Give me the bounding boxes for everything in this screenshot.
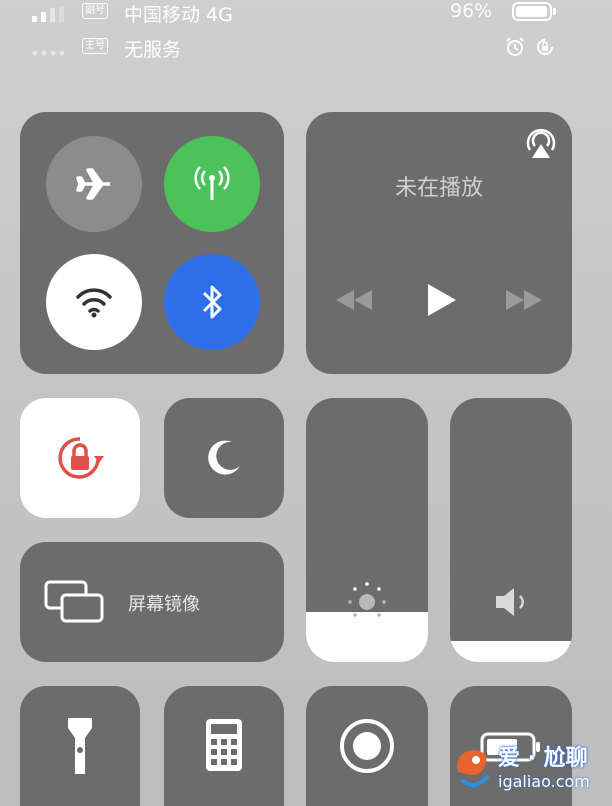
brightness-icon bbox=[348, 582, 386, 617]
battery-tip bbox=[553, 8, 556, 15]
connectivity-module bbox=[20, 112, 284, 374]
moon-icon bbox=[208, 440, 240, 475]
screen-mirroring-label: 屏幕镜像 bbox=[128, 594, 200, 615]
orientation-lock-icon bbox=[58, 437, 104, 479]
sim2-badge: 主号 bbox=[82, 38, 108, 54]
cellular-data-button[interactable] bbox=[164, 136, 260, 232]
watermark: 爱 · 尬聊 igaliao.com bbox=[452, 736, 608, 802]
signal-strength-icon bbox=[32, 6, 64, 22]
record-icon bbox=[340, 719, 394, 773]
airplay-icon[interactable] bbox=[524, 126, 558, 160]
screen-mirroring-button[interactable]: 屏幕镜像 bbox=[20, 542, 284, 662]
battery-fill bbox=[516, 6, 547, 17]
volume-slider[interactable] bbox=[450, 398, 572, 662]
flashlight-button[interactable] bbox=[20, 686, 140, 806]
volume-fill bbox=[450, 640, 572, 662]
battery-percent: 96% bbox=[450, 0, 493, 22]
screen-mirror-icon bbox=[44, 580, 104, 623]
bluetooth-icon bbox=[202, 285, 222, 319]
orientation-lock-button[interactable] bbox=[20, 398, 140, 518]
bluetooth-button[interactable] bbox=[164, 254, 260, 350]
battery-icon-status bbox=[512, 2, 552, 21]
wifi-button[interactable] bbox=[46, 254, 142, 350]
rewind-icon[interactable] bbox=[334, 288, 374, 312]
sim1-badge: 副号 bbox=[82, 3, 108, 19]
wifi-icon bbox=[76, 288, 112, 318]
signal-empty-icon bbox=[32, 50, 65, 56]
cellular-icon bbox=[194, 166, 230, 200]
do-not-disturb-button[interactable] bbox=[164, 398, 284, 518]
calculator-button[interactable] bbox=[164, 686, 284, 806]
forward-icon[interactable] bbox=[504, 288, 544, 312]
screen-record-button[interactable] bbox=[306, 686, 428, 806]
now-playing-label: 未在播放 bbox=[394, 176, 483, 201]
sim2-carrier: 无服务 bbox=[124, 39, 182, 61]
play-icon[interactable] bbox=[424, 282, 458, 318]
status-bar: 副号 中国移动 4G 主号 无服务 96% bbox=[0, 0, 612, 70]
watermark-url: igaliao.com bbox=[498, 772, 590, 791]
airplane-mode-button[interactable] bbox=[46, 136, 142, 232]
flashlight-icon bbox=[68, 718, 92, 774]
alarm-icon bbox=[506, 37, 524, 56]
brightness-slider[interactable] bbox=[306, 398, 428, 662]
watermark-brand: 爱 · 尬聊 bbox=[498, 746, 588, 771]
watermark-logo bbox=[457, 750, 490, 788]
sim1-carrier: 中国移动 4G bbox=[124, 4, 233, 26]
media-module: 未在播放 bbox=[306, 112, 572, 374]
volume-icon bbox=[496, 588, 524, 616]
calculator-icon bbox=[206, 719, 242, 771]
airplane-icon bbox=[76, 168, 110, 200]
rotation-lock-status-icon bbox=[537, 39, 553, 55]
